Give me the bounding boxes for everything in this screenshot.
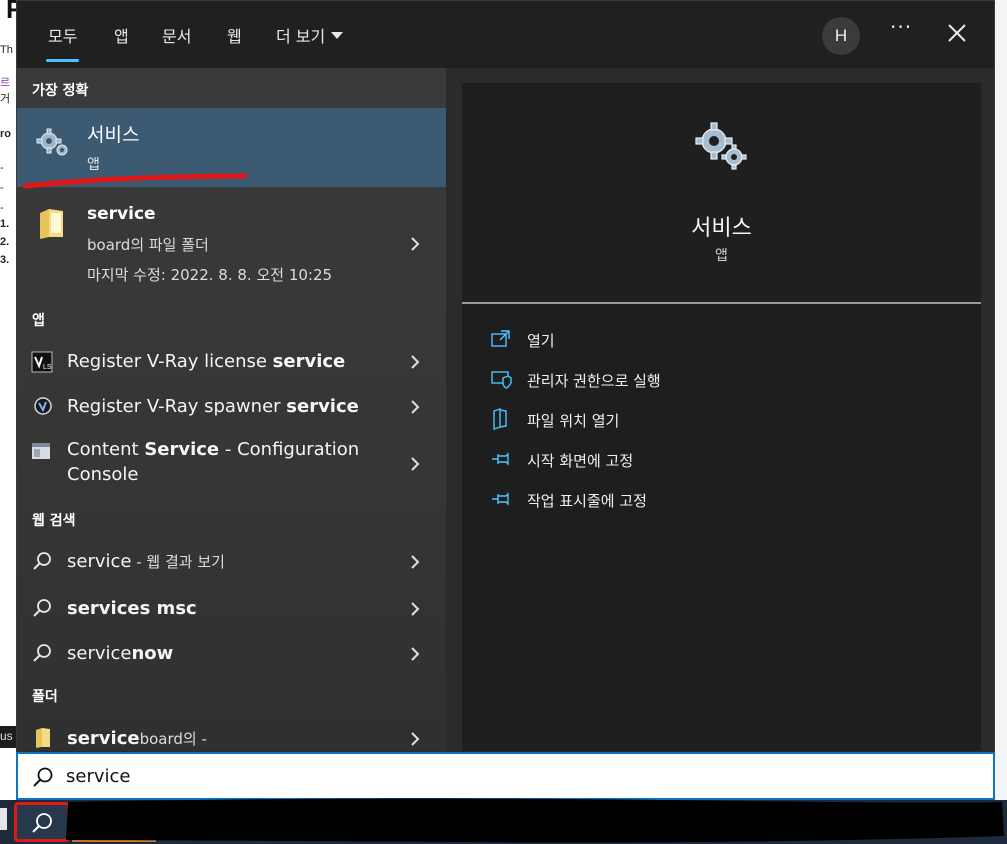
background-text: Th (0, 44, 13, 56)
web-result-label: servicenow (67, 643, 174, 664)
folder-result-title: service (87, 204, 156, 224)
gears-icon (36, 128, 68, 156)
chevron-right-icon[interactable] (409, 399, 421, 415)
folder-result[interactable]: service board의 파일 폴더 마지막 수정: 2022. 8. 8.… (17, 193, 446, 293)
preview-header: 서비스 앱 (462, 83, 981, 303)
chevron-right-icon[interactable] (409, 646, 421, 662)
search-icon (33, 767, 53, 787)
vray-license-icon: LS (31, 351, 53, 373)
search-flyout: 모두 앱 문서 웹 더 보기 H ··· 가장 정확 서비스 앱 service… (16, 0, 995, 800)
svg-text:LS: LS (43, 364, 52, 371)
search-icon (33, 552, 51, 570)
search-icon (33, 599, 51, 617)
chevron-right-icon[interactable] (409, 731, 421, 747)
search-icon (32, 813, 52, 833)
preview-subtitle: 앱 (715, 248, 728, 264)
search-icon (33, 644, 51, 662)
action-label: 열기 (527, 332, 555, 350)
folder-icon (40, 209, 63, 239)
background-text: - (0, 182, 4, 194)
tab-more[interactable]: 더 보기 (276, 23, 344, 47)
chevron-right-icon[interactable] (409, 236, 421, 252)
background-text: ro (0, 128, 11, 140)
chevron-right-icon[interactable] (409, 456, 421, 472)
background-link[interactable]: 르 (0, 74, 10, 90)
folder-result-label: serviceboard의 - (67, 728, 207, 749)
more-options-icon[interactable]: ··· (890, 15, 912, 39)
account-avatar[interactable]: H (822, 17, 860, 55)
section-web-search: 웹 검색 (32, 513, 76, 529)
app-result-label-line2: Console (67, 464, 139, 485)
tab-web[interactable]: 웹 (227, 23, 242, 47)
background-strip: us (0, 726, 16, 748)
best-match-title: 서비스 (87, 124, 140, 146)
background-text: - (0, 202, 4, 214)
redaction-scribble (66, 798, 1004, 843)
folder-icon (36, 728, 50, 748)
web-result[interactable]: service - 웹 결과 보기 (17, 546, 446, 576)
chevron-right-icon[interactable] (409, 354, 421, 370)
app-result-label: Content Service - Configuration (67, 439, 360, 460)
search-tabs-bar: 모두 앱 문서 웹 더 보기 H ··· (17, 1, 994, 68)
tab-apps[interactable]: 앱 (114, 23, 129, 47)
tab-documents[interactable]: 문서 (162, 23, 191, 47)
folder-result-location: board의 파일 폴더 (87, 236, 209, 254)
folder-result-partial[interactable]: serviceboard의 - (17, 723, 446, 751)
section-folders: 폴더 (32, 689, 58, 705)
app-result-label: Register V-Ray spawner service (67, 396, 359, 417)
action-label: 작업 표시줄에 고정 (527, 492, 647, 510)
search-box[interactable] (16, 752, 995, 800)
search-input[interactable] (66, 764, 946, 788)
admin-shield-icon (491, 371, 512, 389)
results-pane: 가장 정확 서비스 앱 service board의 파일 폴더 마지막 수정:… (17, 68, 446, 751)
app-result[interactable]: Content Service - Configuration Console (17, 436, 446, 492)
gears-icon (695, 122, 747, 170)
action-label: 파일 위치 열기 (527, 412, 620, 430)
web-result[interactable]: servicenow (17, 638, 446, 668)
web-result-label: service - 웹 결과 보기 (67, 551, 225, 572)
chevron-right-icon[interactable] (409, 601, 421, 617)
app-result-label: Register V-Ray license service (67, 351, 346, 372)
web-result-label: services msc (67, 598, 197, 619)
chevron-right-icon[interactable] (409, 554, 421, 570)
section-best-match: 가장 정확 (32, 83, 89, 99)
app-result[interactable]: Register V-Ray spawner service (17, 391, 446, 421)
close-icon[interactable] (945, 21, 969, 45)
config-console-icon (32, 443, 50, 459)
background-text: 1. (0, 218, 10, 230)
pin-icon (492, 452, 509, 466)
open-icon (491, 330, 510, 347)
app-result[interactable]: LS Register V-Ray license service (17, 346, 446, 376)
folder-result-modified: 마지막 수정: 2022. 8. 8. 오전 10:25 (87, 266, 333, 284)
background-edge (995, 0, 1007, 800)
caret-down-icon (331, 32, 344, 39)
background-text: 2. (0, 236, 10, 248)
action-label: 관리자 권한으로 실행 (527, 372, 661, 390)
background-text: 3. (0, 254, 10, 266)
pin-icon (492, 492, 509, 506)
background-text: 거 (0, 93, 11, 105)
file-location-icon (493, 408, 507, 430)
preview-pane: 서비스 앱 열기 관리자 권한으로 실행 파일 위치 열기 시작 화면에 고정 … (462, 83, 981, 751)
web-result[interactable]: services msc (17, 593, 446, 623)
preview-divider (462, 302, 981, 304)
action-label: 시작 화면에 고정 (527, 452, 634, 470)
background-text: - (0, 162, 4, 174)
preview-title: 서비스 (691, 216, 752, 241)
tab-all[interactable]: 모두 (45, 23, 80, 62)
taskbar-start-edge[interactable] (0, 808, 7, 830)
section-apps: 앱 (32, 313, 45, 329)
vray-spawner-icon (34, 397, 52, 415)
